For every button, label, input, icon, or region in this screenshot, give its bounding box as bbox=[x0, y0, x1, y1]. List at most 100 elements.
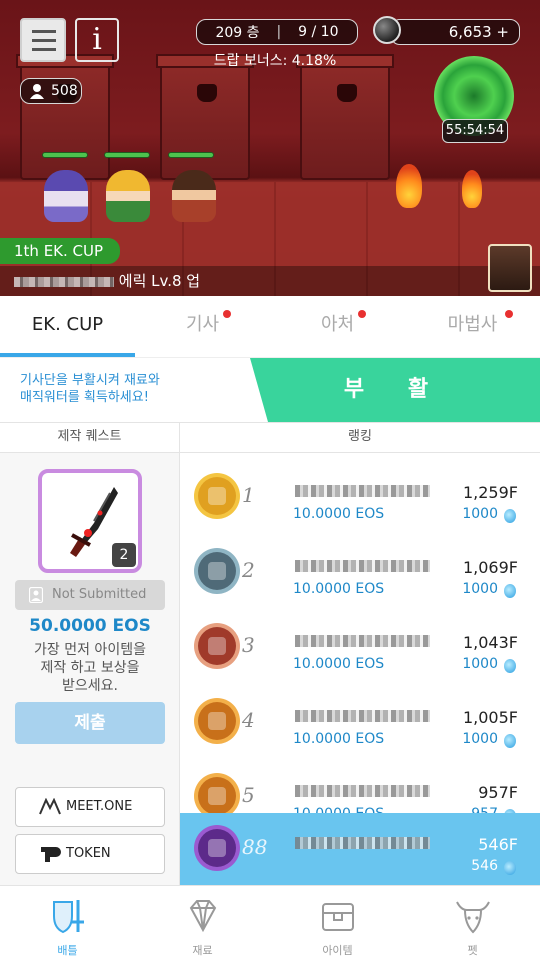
tab-mage[interactable]: 마법사 bbox=[405, 296, 540, 357]
nav-materials[interactable]: 재료 bbox=[135, 886, 270, 961]
rank-number: 1 bbox=[242, 483, 255, 507]
blurred-player-name bbox=[295, 710, 430, 722]
eos-prize: 10.0000 EOS bbox=[293, 731, 385, 747]
bottom-nav: 배틀 재료 아이템 펫 bbox=[0, 885, 540, 961]
revive-button[interactable]: 부 활 bbox=[250, 358, 540, 422]
ranking-row[interactable]: 4 10.0000 EOS 1,005F 1000 bbox=[180, 686, 540, 761]
item-count-badge: 2 bbox=[112, 543, 136, 567]
quest-description: 가장 먼저 아이템을 제작 하고 보상을 받으세요. bbox=[34, 642, 146, 694]
magic-water-amount: 1000 bbox=[462, 731, 498, 747]
cup-banner: 1th EK. CUP bbox=[0, 238, 120, 264]
drop-bonus: 드랍 보너스: 4.18% bbox=[213, 53, 337, 69]
magic-water-icon bbox=[504, 861, 516, 875]
floor-number: 209 층 bbox=[215, 25, 260, 41]
blurred-player-name bbox=[295, 560, 430, 572]
dungeon-pillar bbox=[156, 54, 254, 180]
craft-quest-panel: 제작 퀘스트 2 Not Submitted 50.0000 EOS 가장 먼저… bbox=[0, 422, 180, 899]
archer-hero bbox=[106, 170, 150, 222]
gold-counter[interactable]: 6,653 + bbox=[390, 19, 520, 45]
magic-water-icon bbox=[504, 734, 516, 748]
nav-items[interactable]: 아이템 bbox=[270, 886, 405, 961]
quest-item-slot[interactable]: 2 bbox=[38, 469, 142, 573]
nav-pet[interactable]: 펫 bbox=[405, 886, 540, 961]
ranking-panel: 랭킹 1 10.0000 EOS 1,259F 1000 2 10.0000 EOS 1,0… bbox=[180, 422, 540, 885]
fire-enemy bbox=[396, 164, 422, 208]
ranking-row[interactable]: 2 10.0000 EOS 1,069F 1000 bbox=[180, 536, 540, 611]
revive-hint: 기사단을 부활시켜 재료와 매직워터를 획득하세요! bbox=[20, 373, 160, 405]
stage-progress: 9 / 10 bbox=[298, 24, 339, 40]
ranking-row[interactable]: 3 10.0000 EOS 1,043F 1000 bbox=[180, 611, 540, 686]
tab-archer[interactable]: 아처 bbox=[270, 296, 405, 357]
notification-dot bbox=[358, 310, 366, 318]
hero-hp-bar bbox=[168, 152, 214, 158]
ranking-row[interactable]: 1 10.0000 EOS 1,259F 1000 bbox=[180, 461, 540, 536]
tab-knight[interactable]: 기사 bbox=[135, 296, 270, 357]
rank-medal-icon bbox=[198, 552, 236, 590]
rank-medal-icon bbox=[198, 777, 236, 815]
info-button[interactable]: i bbox=[75, 18, 119, 62]
gold-amount: 6,653 + bbox=[448, 23, 509, 41]
floor-score: 546F bbox=[478, 835, 518, 854]
shield-sword-icon bbox=[52, 900, 84, 934]
rank-number: 2 bbox=[242, 558, 255, 582]
floor-score: 1,005F bbox=[462, 708, 518, 727]
class-tabs: EK. CUP 기사 아처 마법사 bbox=[0, 296, 540, 358]
nav-label: 재료 bbox=[192, 944, 213, 957]
dungeon-pillar bbox=[296, 54, 394, 180]
meet-one-icon bbox=[39, 798, 61, 815]
submit-button[interactable]: 제출 bbox=[15, 702, 165, 744]
blurred-player-name bbox=[295, 785, 430, 797]
nav-battle[interactable]: 배틀 bbox=[0, 886, 135, 961]
portal-timer: 55:54:54 bbox=[442, 119, 508, 143]
nav-label: 펫 bbox=[467, 944, 478, 957]
rank-medal-icon bbox=[198, 477, 236, 515]
notification-dot bbox=[223, 310, 231, 318]
app: i 209 층 | 9 / 10 드랍 보너스: 4.18% 6,653 + 5… bbox=[0, 0, 540, 961]
rank-number: 4 bbox=[242, 708, 255, 732]
fire-enemy bbox=[462, 170, 482, 208]
nav-label: 아이템 bbox=[322, 944, 353, 957]
bomb-icon bbox=[373, 16, 401, 44]
hero-hp-bar bbox=[104, 152, 150, 158]
user-count-pill: 508 bbox=[20, 78, 82, 104]
eos-prize: 10.0000 EOS bbox=[293, 581, 385, 597]
quest-reward: 50.0000 EOS bbox=[29, 616, 151, 636]
game-scene: i 209 층 | 9 / 10 드랍 보너스: 4.18% 6,653 + 5… bbox=[0, 0, 540, 296]
floor-score: 1,259F bbox=[462, 483, 518, 502]
floor-score: 1,069F bbox=[462, 558, 518, 577]
blurred-player-name bbox=[295, 635, 430, 647]
rank-medal-icon bbox=[198, 702, 236, 740]
mage-hero bbox=[44, 170, 88, 222]
rank-medal-icon bbox=[198, 829, 236, 867]
notification-dot bbox=[505, 310, 513, 318]
chest-icon bbox=[321, 903, 354, 931]
eos-prize: 10.0000 EOS bbox=[293, 656, 385, 672]
floor-score: 1,043F bbox=[462, 633, 518, 652]
blurred-player-name bbox=[14, 276, 114, 287]
magic-water-amount: 546 bbox=[471, 858, 498, 874]
nav-label: 배틀 bbox=[57, 944, 78, 957]
news-text: 에릭 Lv.8 업 bbox=[118, 272, 201, 290]
token-pocket-wallet-button[interactable]: TOKEN POCKET bbox=[15, 834, 165, 899]
user-icon bbox=[29, 587, 43, 603]
news-ticker: 에릭 Lv.8 업 bbox=[0, 266, 540, 296]
knight-hero bbox=[172, 170, 216, 222]
magic-water-icon bbox=[504, 584, 516, 598]
magic-water-amount: 1000 bbox=[462, 581, 498, 597]
floor-score: 957F bbox=[478, 783, 518, 802]
user-count: 508 bbox=[51, 83, 78, 99]
magic-water-icon bbox=[504, 509, 516, 523]
rank-number: 5 bbox=[242, 783, 255, 807]
news-avatar bbox=[488, 244, 532, 292]
bull-icon bbox=[455, 901, 490, 934]
my-ranking-row[interactable]: 88 546F 546 bbox=[180, 813, 540, 885]
blurred-player-name bbox=[295, 837, 430, 849]
tab-ek-cup[interactable]: EK. CUP bbox=[0, 296, 135, 357]
meet-one-wallet-button[interactable]: MEET.ONE bbox=[15, 787, 165, 827]
eos-prize: 10.0000 EOS bbox=[293, 506, 385, 522]
rank-number: 88 bbox=[242, 835, 268, 859]
rank-number: 3 bbox=[242, 633, 255, 657]
menu-button[interactable] bbox=[20, 18, 66, 62]
token-pocket-icon bbox=[41, 847, 61, 862]
magic-water-icon bbox=[504, 659, 516, 673]
